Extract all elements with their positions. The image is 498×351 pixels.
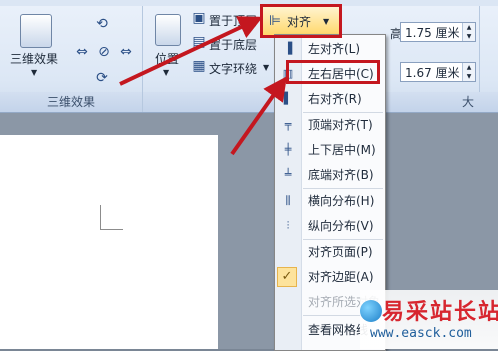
- distribute-horizontal-icon: ⫼: [285, 194, 291, 207]
- align-right-icon: ▌: [283, 92, 293, 105]
- ribbon: 三维效果 ▼ ⟲ ⇔ ⊘ ⇔ ⟳ 三维效果 位置 ▼ ▣ 置于顶层 ▼ ▤ 置于…: [0, 6, 498, 113]
- menu-item-align-bottom[interactable]: ╧ 底端对齐(B): [275, 163, 385, 187]
- menu-item-align-top[interactable]: ╤ 顶端对齐(T): [275, 113, 385, 137]
- 3d-effects-button-label[interactable]: 三维效果: [10, 50, 58, 67]
- tilt-left-icon[interactable]: ⇔: [74, 44, 90, 60]
- menu-item-label: 对齐页面(P): [308, 245, 373, 259]
- group-size: 高度 1.75 厘米 ▲▼ 1.67 厘米 ▲▼ 大: [380, 6, 498, 112]
- menu-item-align-to-page[interactable]: 对齐页面(P): [275, 240, 385, 264]
- send-to-back-icon[interactable]: ▤: [191, 34, 207, 50]
- width-spinner[interactable]: 1.67 厘米 ▲ ▼: [400, 62, 476, 82]
- menu-item-distribute-horizontal[interactable]: ⫼ 横向分布(H): [275, 189, 385, 213]
- text-wrap-button[interactable]: 文字环绕: [209, 60, 257, 77]
- menu-item-distribute-vertical[interactable]: ⫶ 纵向分布(V): [275, 214, 385, 238]
- 3d-effects-icon[interactable]: [20, 14, 52, 48]
- watermark-url: www.easck.com: [370, 326, 472, 341]
- text-wrap-icon[interactable]: ▦: [191, 58, 207, 74]
- menu-item-label: 顶端对齐(T): [308, 118, 373, 132]
- send-to-back-button[interactable]: 置于底层: [209, 36, 257, 53]
- 3d-toggle-icon[interactable]: ⊘: [96, 44, 112, 60]
- group-3d-effects: 三维效果 ▼ ⟲ ⇔ ⊘ ⇔ ⟳ 三维效果: [0, 6, 143, 112]
- watermark-title: 易采站长站: [382, 299, 498, 325]
- menu-item-align-to-margin[interactable]: ✓ 对齐边距(A): [275, 265, 385, 289]
- menu-item-label: 横向分布(H): [308, 194, 375, 208]
- align-middle-icon: ╪: [284, 143, 292, 156]
- annotation-box-align-button: [260, 4, 342, 38]
- menu-item-label: 查看网格线: [308, 323, 369, 337]
- watermark: 易采站长站 www.easck.com: [360, 290, 498, 349]
- height-value[interactable]: 1.75 厘米: [405, 26, 460, 40]
- height-spinner[interactable]: 1.75 厘米 ▲ ▼: [400, 22, 476, 42]
- spin-arrows-icon[interactable]: ▲ ▼: [462, 63, 475, 81]
- checkmark-icon: ✓: [277, 267, 297, 287]
- margin-corner-mark: [100, 205, 123, 230]
- width-value[interactable]: 1.67 厘米: [405, 66, 460, 80]
- align-top-icon: ╤: [284, 118, 292, 131]
- spin-arrows-icon[interactable]: ▲ ▼: [462, 23, 475, 41]
- tilt-down-icon[interactable]: ⟳: [94, 70, 110, 86]
- menu-item-align-right[interactable]: ▌ 右对齐(R): [275, 87, 385, 111]
- menu-item-label: 右对齐(R): [308, 92, 362, 106]
- menu-item-label: 对齐边距(A): [308, 270, 374, 284]
- menu-item-align-middle[interactable]: ╪ 上下居中(M): [275, 138, 385, 162]
- chevron-down-icon[interactable]: ▼: [263, 63, 269, 72]
- tilt-up-icon[interactable]: ⟲: [94, 16, 110, 32]
- watermark-logo-icon: [360, 300, 382, 322]
- annotation-box-center-item: [286, 60, 380, 84]
- chevron-down-icon[interactable]: ▼: [31, 68, 37, 77]
- document-page[interactable]: [0, 135, 218, 349]
- menu-item-label: 纵向分布(V): [308, 219, 374, 233]
- align-bottom-icon: ╧: [284, 168, 292, 181]
- bring-to-front-button[interactable]: 置于顶层: [209, 12, 257, 29]
- group-3d-label: 三维效果: [0, 92, 142, 112]
- menu-item-label: 上下居中(M): [308, 143, 376, 157]
- menu-item-label: 底端对齐(B): [308, 168, 374, 182]
- menu-item-align-left[interactable]: ▐ 左对齐(L): [275, 37, 385, 61]
- position-icon[interactable]: [155, 14, 181, 46]
- align-left-icon: ▐: [283, 42, 293, 55]
- chevron-down-icon[interactable]: ▼: [163, 68, 169, 77]
- distribute-vertical-icon: ⫶: [286, 219, 290, 232]
- menu-item-label: 左对齐(L): [308, 42, 361, 56]
- group-size-label: 大: [380, 92, 498, 112]
- position-button-label[interactable]: 位置: [155, 50, 179, 67]
- tilt-right-icon[interactable]: ⇔: [118, 44, 134, 60]
- bring-to-front-icon[interactable]: ▣: [191, 10, 207, 26]
